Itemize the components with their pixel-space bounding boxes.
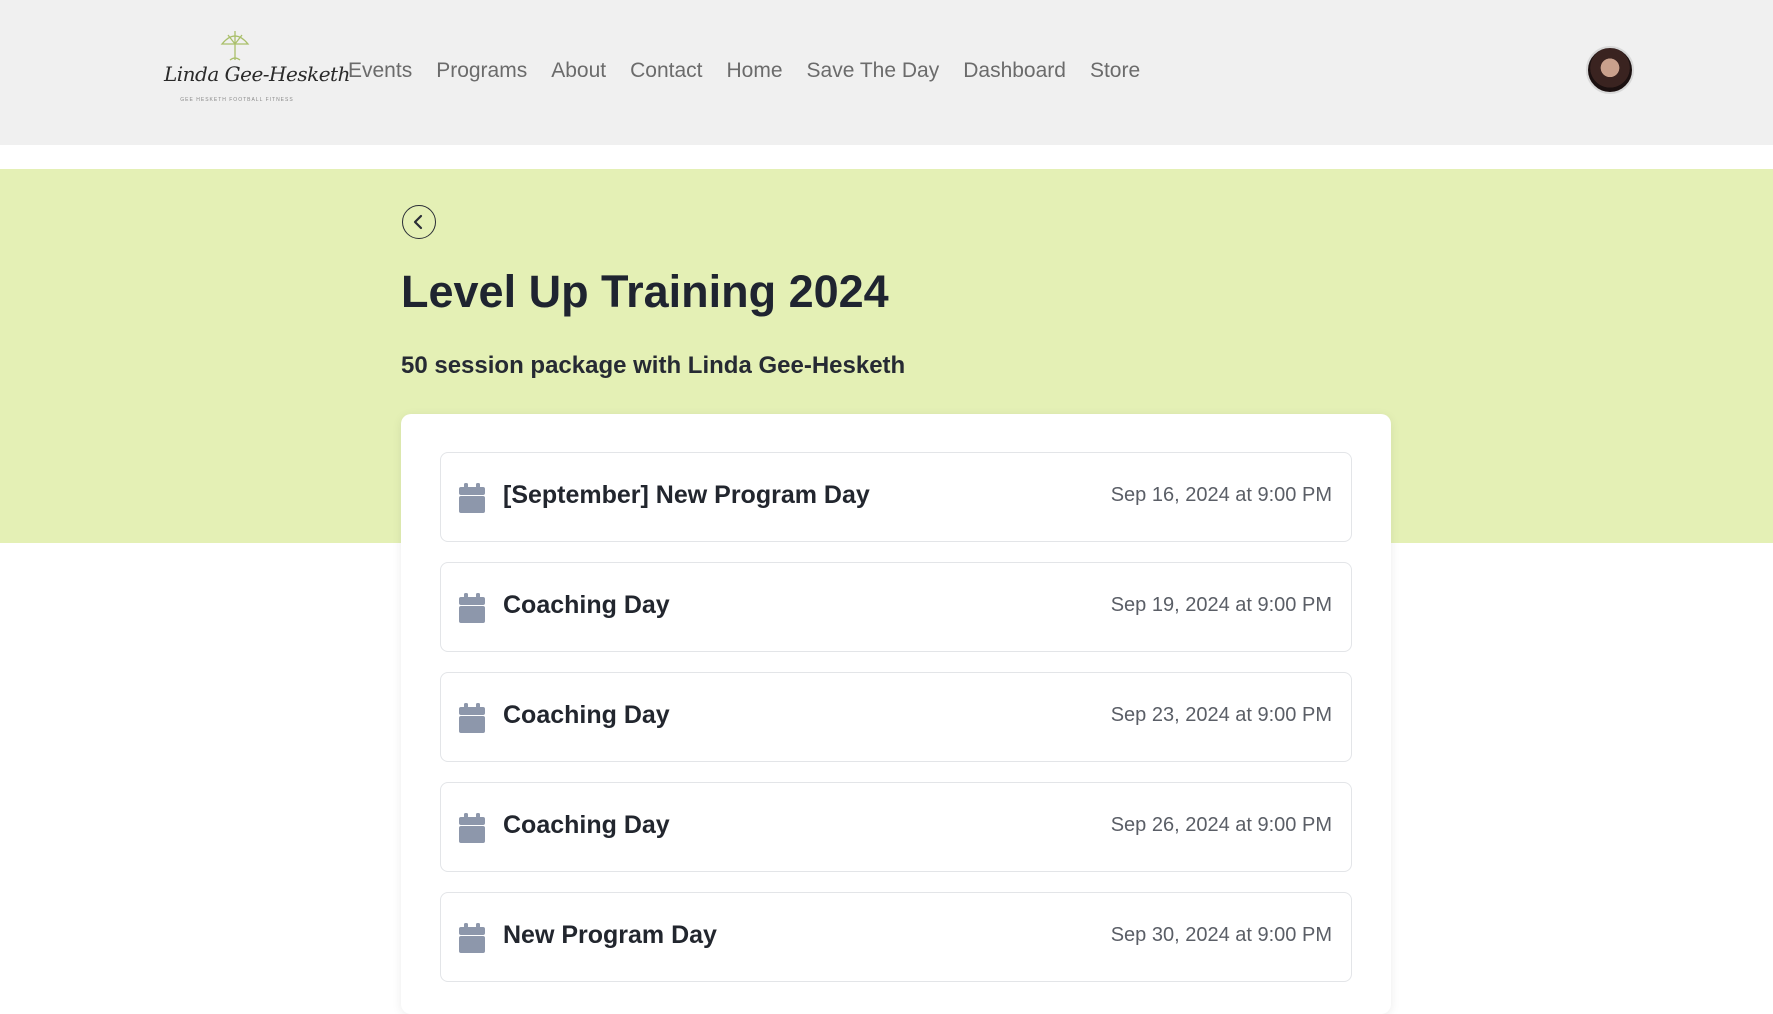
session-item[interactable]: [September] New Program Day Sep 16, 2024… [440,452,1352,542]
nav-dashboard[interactable]: Dashboard [963,56,1066,86]
session-date: Sep 19, 2024 at 9:00 PM [1110,594,1332,616]
page-title: Level Up Training 2024 [401,266,889,317]
site-header: Linda Gee-Hesketh GEE HESKETH FOOTBALL F… [0,0,1773,145]
session-item[interactable]: Coaching Day Sep 26, 2024 at 9:00 PM [440,782,1352,872]
session-name: New Program Day [503,921,717,949]
calendar-icon [459,923,485,953]
nav-events[interactable]: Events [348,56,412,86]
page-subtitle: 50 session package with Linda Gee-Hesket… [401,352,906,379]
nav-save-the-day[interactable]: Save The Day [807,56,940,86]
nav-about[interactable]: About [551,56,606,86]
calendar-icon [459,483,485,513]
logo-tagline: GEE HESKETH FOOTBALL FITNESS [180,97,294,103]
session-date: Sep 16, 2024 at 9:00 PM [1110,484,1332,506]
session-date: Sep 23, 2024 at 9:00 PM [1110,704,1332,726]
logo-script-text: Linda Gee-Hesketh [164,62,350,86]
session-item[interactable]: Coaching Day Sep 23, 2024 at 9:00 PM [440,672,1352,762]
tree-logo-icon [220,31,250,61]
chevron-left-icon [413,214,423,230]
site-logo[interactable]: Linda Gee-Hesketh GEE HESKETH FOOTBALL F… [160,26,350,108]
session-name: Coaching Day [503,811,670,839]
session-date: Sep 26, 2024 at 9:00 PM [1110,814,1332,836]
back-button[interactable] [402,205,436,239]
session-name: [September] New Program Day [503,481,870,509]
nav-contact[interactable]: Contact [630,56,702,86]
nav-home[interactable]: Home [727,56,783,86]
calendar-icon [459,813,485,843]
session-name: Coaching Day [503,701,670,729]
nav-store[interactable]: Store [1090,56,1140,86]
user-avatar[interactable] [1586,46,1634,94]
calendar-icon [459,703,485,733]
session-item[interactable]: Coaching Day Sep 19, 2024 at 9:00 PM [440,562,1352,652]
session-name: Coaching Day [503,591,670,619]
session-item[interactable]: New Program Day Sep 30, 2024 at 9:00 PM [440,892,1352,982]
session-date: Sep 30, 2024 at 9:00 PM [1110,924,1332,946]
calendar-icon [459,593,485,623]
nav-programs[interactable]: Programs [436,56,527,86]
main-nav: Events Programs About Contact Home Save … [348,56,1164,86]
